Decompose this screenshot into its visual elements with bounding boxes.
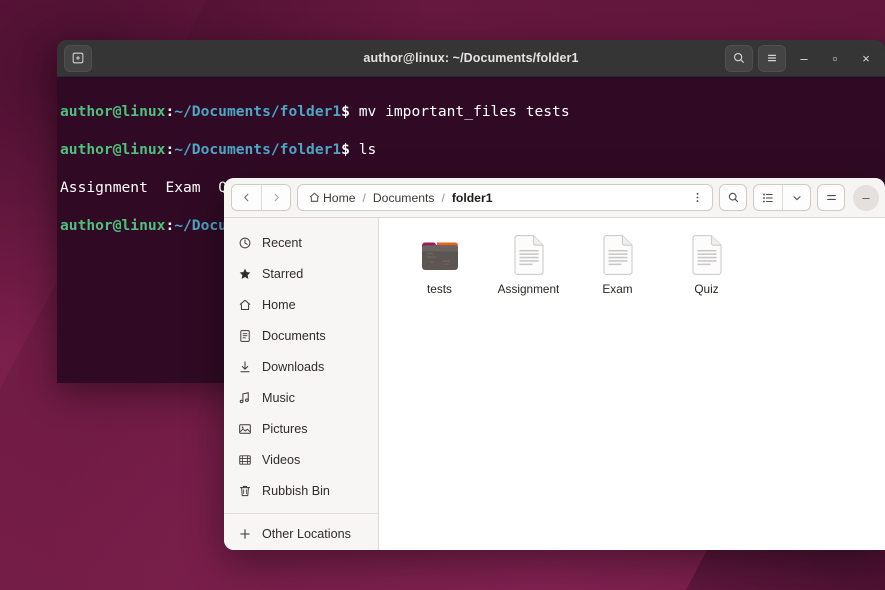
sidebar-item-label: Recent [262,235,302,250]
clock-icon [237,235,252,250]
sidebar-item-label: Home [262,297,296,312]
prompt-colon: : [165,217,175,234]
sidebar-item-label: Music [262,390,295,405]
search-icon[interactable] [719,184,747,211]
terminal-command-ls: ls [349,141,377,158]
folder-icon [419,234,461,276]
home-icon [237,297,252,312]
sidebar-item-label: Documents [262,328,326,343]
breadcrumb[interactable]: Home / Documents / folder1 [297,184,713,211]
kebab-menu-icon[interactable] [686,186,708,209]
plus-icon [237,526,252,541]
view-mode-group [753,184,811,211]
prompt-dollar: $ [341,141,350,158]
breadcrumb-separator: / [441,190,445,205]
breadcrumb-documents[interactable]: Documents [373,191,435,205]
sidebar-item-music[interactable]: Music [224,382,378,413]
search-icon[interactable] [725,44,753,72]
file-manager-window: Home / Documents / folder1 – Recent Star… [224,178,885,550]
prompt-user: author@linux [60,141,166,158]
video-icon [237,452,252,467]
ls-entry-exam: Exam [165,179,201,196]
chevron-left-icon[interactable] [232,185,261,210]
sidebar-item-videos[interactable]: Videos [224,444,378,475]
document-icon [508,234,550,276]
file-item-document[interactable]: Exam [573,232,662,296]
sidebar-item-recent[interactable]: Recent [224,227,378,258]
document-icon [597,234,639,276]
desktop: author@linux: ~/Documents/folder1 – ▫ × … [0,0,885,590]
sidebar-item-downloads[interactable]: Downloads [224,351,378,382]
prompt-colon: : [165,141,175,158]
file-grid[interactable]: tests Assignment Exam Quiz [379,218,885,550]
prompt-path: ~/Documents/folder1 [174,103,342,120]
prompt-path: ~/Documents/folder1 [174,141,342,158]
sidebar-item-label: Pictures [262,421,308,436]
prompt-colon: : [165,103,175,120]
file-label: Assignment [497,282,560,296]
prompt-user: author@linux [60,217,166,234]
chevron-right-icon[interactable] [261,185,290,210]
file-label: tests [427,282,452,296]
file-label: Exam [602,282,633,296]
file-item-document[interactable]: Quiz [662,232,751,296]
navigation-buttons [231,184,291,211]
trash-icon [237,483,252,498]
file-manager-minimize-button[interactable]: – [853,184,879,211]
document-icon [237,328,252,343]
home-icon [306,186,323,209]
sidebar-item-label: Rubbish Bin [262,483,330,498]
hamburger-menu-icon[interactable] [817,184,845,211]
chevron-down-icon[interactable] [782,185,810,210]
file-manager-body: Recent Starred Home Documents Downloads … [224,218,885,550]
sidebar-item-label: Videos [262,452,301,467]
music-note-icon [237,390,252,405]
sidebar-item-label: Other Locations [262,526,351,541]
terminal-close-button[interactable]: × [853,45,879,71]
file-label: Quiz [694,282,719,296]
terminal-command-mv: mv important_files tests [349,103,570,120]
sidebar-item-home[interactable]: Home [224,289,378,320]
file-item-document[interactable]: Assignment [484,232,573,296]
breadcrumb-separator: / [362,190,366,205]
file-manager-headerbar: Home / Documents / folder1 – [224,178,885,218]
image-icon [237,421,252,436]
sidebar-item-other-locations[interactable]: Other Locations [224,518,378,549]
download-arrow-icon [237,359,252,374]
sidebar-item-label: Starred [262,266,304,281]
prompt-user: author@linux [60,103,166,120]
sidebar-item-label: Downloads [262,359,325,374]
hamburger-menu-icon[interactable] [758,44,786,72]
document-icon [686,234,728,276]
terminal-line-1: author@linux:~/Documents/folder1$ mv imp… [60,102,875,121]
sidebar: Recent Starred Home Documents Downloads … [224,218,379,550]
sidebar-item-pictures[interactable]: Pictures [224,413,378,444]
prompt-dollar: $ [341,103,350,120]
terminal-titlebar[interactable]: author@linux: ~/Documents/folder1 – ▫ × [57,40,885,77]
breadcrumb-folder1[interactable]: folder1 [452,191,493,205]
terminal-minimize-button[interactable]: – [791,45,817,71]
terminal-maximize-button[interactable]: ▫ [822,45,848,71]
ls-entry-assignment: Assignment [60,179,148,196]
terminal-tab-icon[interactable] [64,44,92,72]
sidebar-divider [224,513,378,514]
terminal-line-2: author@linux:~/Documents/folder1$ ls [60,140,875,159]
breadcrumb-home[interactable]: Home [323,191,356,205]
sidebar-item-documents[interactable]: Documents [224,320,378,351]
list-view-icon[interactable] [754,185,782,210]
star-icon [237,266,252,281]
file-item-folder[interactable]: tests [395,232,484,296]
sidebar-item-starred[interactable]: Starred [224,258,378,289]
sidebar-item-rubbish-bin[interactable]: Rubbish Bin [224,475,378,506]
